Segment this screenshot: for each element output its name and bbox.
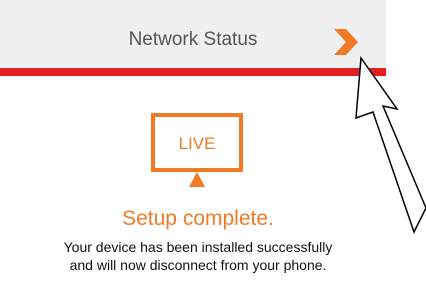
setup-complete-title: Setup complete. — [122, 207, 274, 230]
setup-complete-screen: Network Status LIVE Setup complete. Your… — [0, 0, 426, 285]
network-status-row[interactable]: Network Status — [0, 0, 386, 72]
network-status-label: Network Status — [128, 29, 258, 50]
red-divider-bar — [0, 68, 386, 76]
chevron-right-icon[interactable] — [332, 27, 360, 57]
live-tv-icon: LIVE — [151, 113, 243, 187]
setup-description-line1: Your device has been installed successfu… — [63, 239, 333, 255]
setup-description-line2: and will now disconnect from your phone. — [69, 257, 327, 273]
live-icon-text: LIVE — [179, 134, 216, 153]
setup-description: Your device has been installed successfu… — [0, 238, 396, 274]
